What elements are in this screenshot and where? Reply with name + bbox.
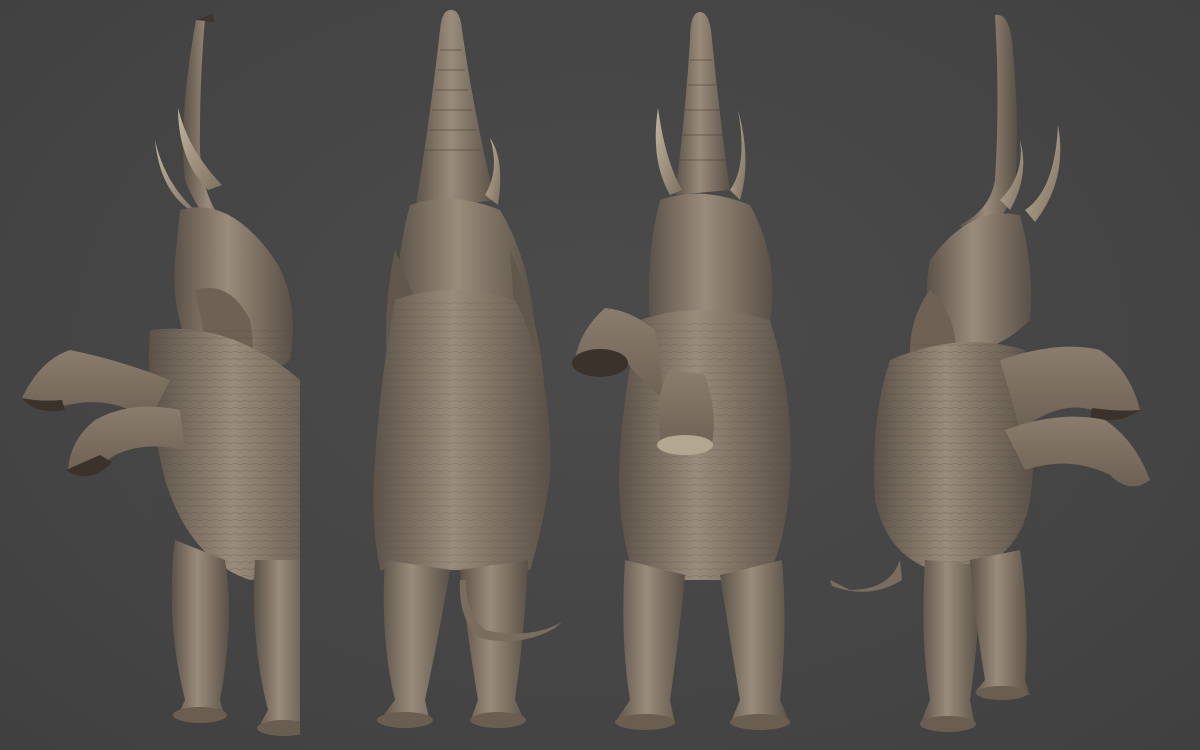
elephant-view-left-side xyxy=(0,0,300,750)
elephant-view-front xyxy=(570,0,830,750)
elephant-view-back xyxy=(300,0,590,750)
render-viewport xyxy=(0,0,1200,750)
elephant-view-right-side xyxy=(830,0,1200,750)
